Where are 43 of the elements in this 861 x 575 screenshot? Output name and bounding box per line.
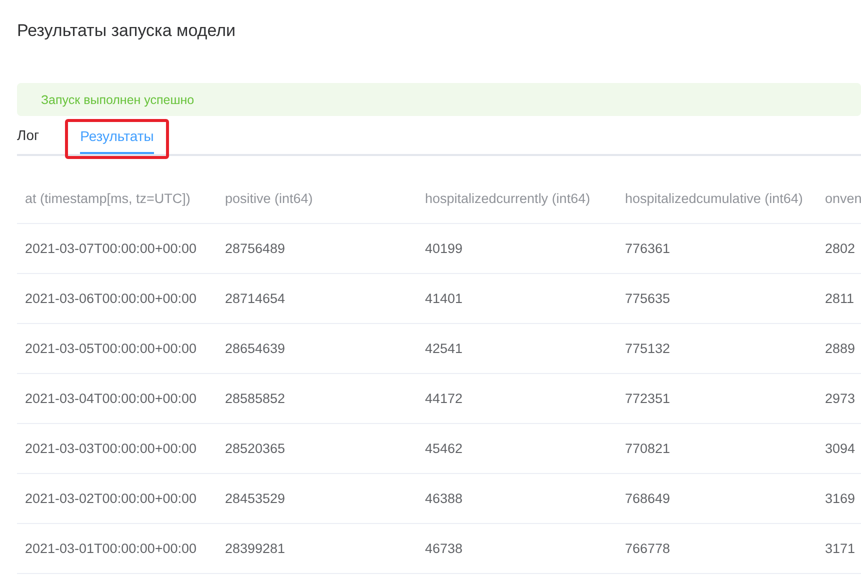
table-cell: 2811 bbox=[817, 274, 861, 324]
page-title: Результаты запуска модели bbox=[17, 20, 237, 42]
table-cell: 2021-03-06T00:00:00+00:00 bbox=[17, 274, 217, 324]
table-cell: 46388 bbox=[417, 474, 617, 524]
table-cell: 2889 bbox=[817, 324, 861, 374]
table-cell: 28654639 bbox=[217, 324, 417, 374]
table-cell: 775635 bbox=[617, 274, 817, 324]
table-cell: 775132 bbox=[617, 324, 817, 374]
table-cell: 2021-03-03T00:00:00+00:00 bbox=[17, 424, 217, 474]
table-cell: 28399281 bbox=[217, 524, 417, 574]
table-cell: 2021-03-05T00:00:00+00:00 bbox=[17, 324, 217, 374]
table-cell: 2021-03-01T00:00:00+00:00 bbox=[17, 524, 217, 574]
column-header: onven bbox=[817, 174, 861, 224]
success-alert: Запуск выполнен успешно bbox=[17, 83, 861, 116]
column-header: positive (int64) bbox=[217, 174, 417, 224]
table-cell: 41401 bbox=[417, 274, 617, 324]
table-cell: 770821 bbox=[617, 424, 817, 474]
table-cell: 3169 bbox=[817, 474, 861, 524]
table-cell: 2021-03-04T00:00:00+00:00 bbox=[17, 374, 217, 424]
table-cell: 40199 bbox=[417, 224, 617, 274]
table-cell: 3171 bbox=[817, 524, 861, 574]
table-cell: 2973 bbox=[817, 374, 861, 424]
table-cell: 2802 bbox=[817, 224, 861, 274]
tab[interactable]: Лог bbox=[17, 116, 40, 156]
table-cell: 46738 bbox=[417, 524, 617, 574]
table-cell: 28714654 bbox=[217, 274, 417, 324]
column-header: at (timestamp[ms, tz=UTC]) bbox=[17, 174, 217, 224]
table-cell: 28453529 bbox=[217, 474, 417, 524]
table-cell: 776361 bbox=[617, 224, 817, 274]
table-cell: 28756489 bbox=[217, 224, 417, 274]
table-cell: 44172 bbox=[417, 374, 617, 424]
table-cell: 3094 bbox=[817, 424, 861, 474]
table-cell: 766778 bbox=[617, 524, 817, 574]
table-cell: 28585852 bbox=[217, 374, 417, 424]
table-cell: 2021-03-07T00:00:00+00:00 bbox=[17, 224, 217, 274]
table-cell: 2021-03-02T00:00:00+00:00 bbox=[17, 474, 217, 524]
table-cell: 772351 bbox=[617, 374, 817, 424]
column-header: hospitalizedcurrently (int64) bbox=[417, 174, 617, 224]
table-cell: 28520365 bbox=[217, 424, 417, 474]
table-cell: 42541 bbox=[417, 324, 617, 374]
table-cell: 768649 bbox=[617, 474, 817, 524]
column-header: hospitalizedcumulative (int64) bbox=[617, 174, 817, 224]
table-cell: 45462 bbox=[417, 424, 617, 474]
